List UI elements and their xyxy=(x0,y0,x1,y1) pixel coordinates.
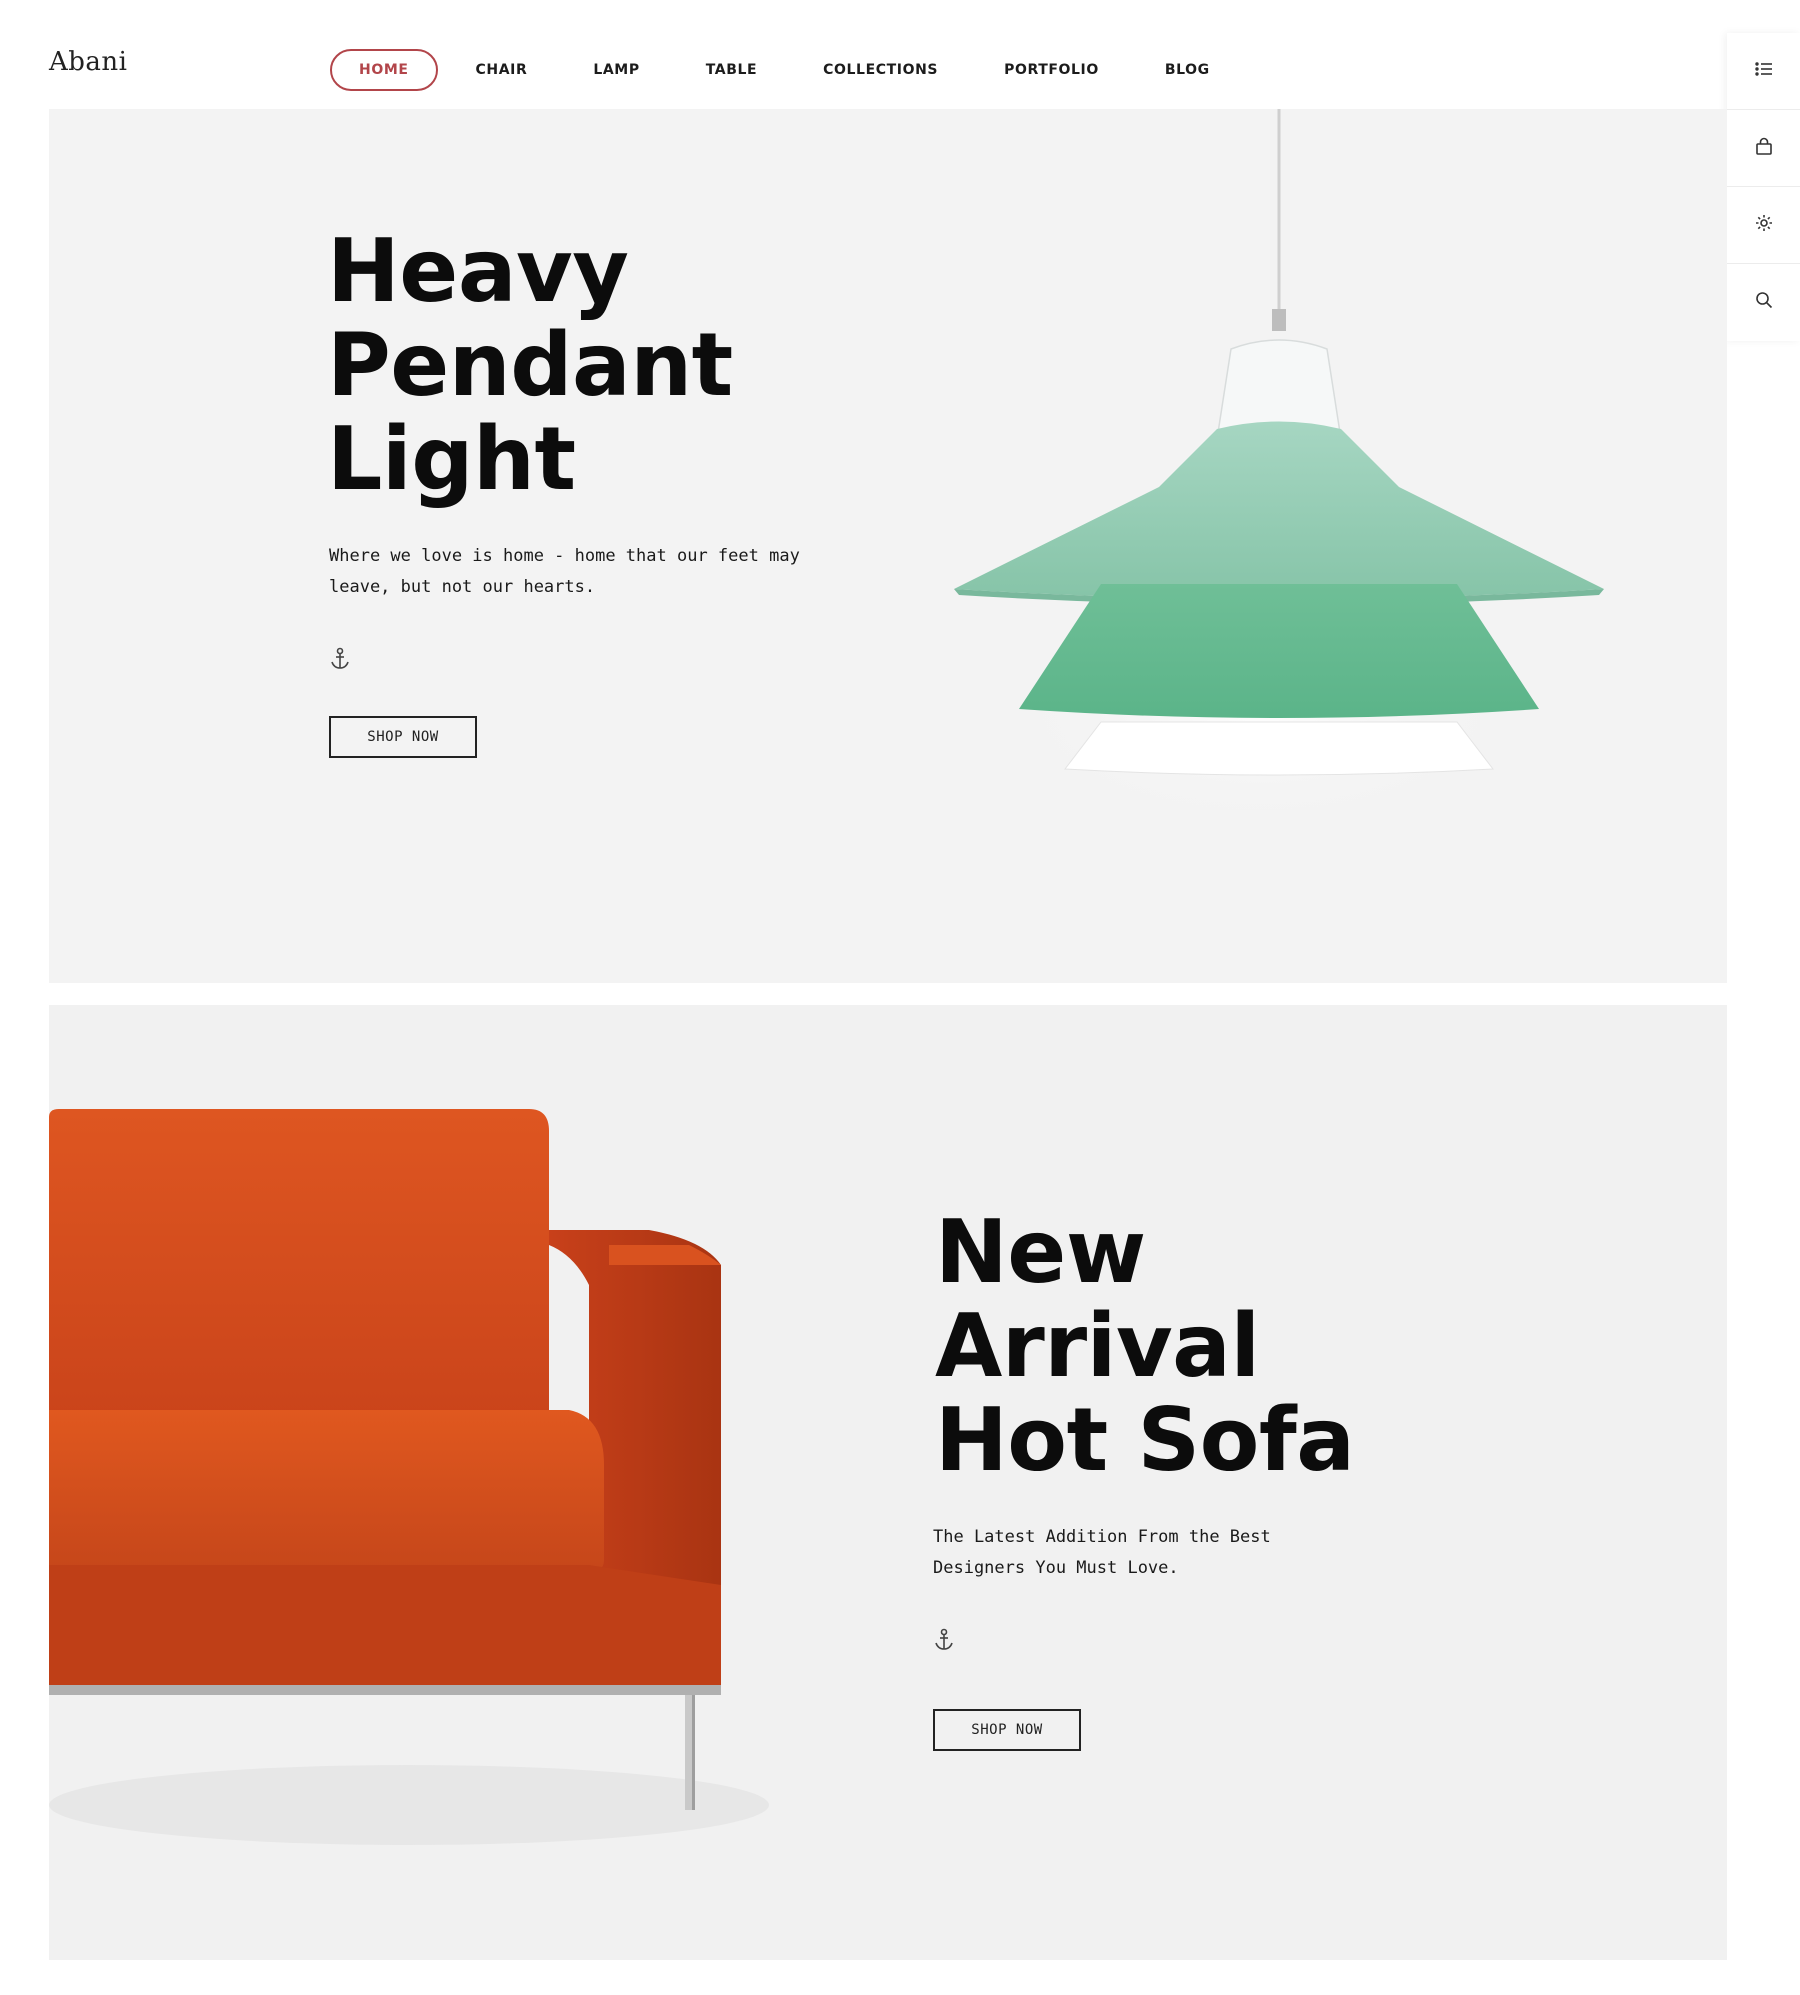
nav-item-home[interactable]: HOME xyxy=(330,49,438,91)
nav-item-chair[interactable]: CHAIR xyxy=(476,62,528,78)
hero-title: New Arrival Hot Sofa xyxy=(935,1201,1355,1491)
hero-title: Heavy Pendant Light xyxy=(327,224,733,506)
hero-new-arrival-sofa: New Arrival Hot Sofa The Latest Addition… xyxy=(49,1005,1727,1960)
gear-icon xyxy=(1754,213,1774,238)
hero-title-line: Hot Sofa xyxy=(935,1389,1355,1491)
cart-button[interactable] xyxy=(1727,110,1800,187)
hero-title-line: Arrival xyxy=(935,1295,1260,1397)
hero-title-line: Light xyxy=(327,408,576,510)
orange-armchair-image xyxy=(49,1109,769,1845)
list-icon xyxy=(1754,59,1774,84)
pendant-lamp-image xyxy=(954,109,1604,829)
hero-title-line: Heavy xyxy=(327,220,629,322)
nav-item-table[interactable]: TABLE xyxy=(706,62,757,78)
anchor-icon xyxy=(933,1628,955,1652)
nav-item-blog[interactable]: BLOG xyxy=(1165,62,1210,78)
nav-item-lamp[interactable]: LAMP xyxy=(593,62,639,78)
search-icon xyxy=(1754,290,1774,315)
search-button[interactable] xyxy=(1727,264,1800,341)
shop-now-button[interactable]: SHOP NOW xyxy=(329,716,477,758)
main-nav: HOME CHAIR LAMP TABLE COLLECTIONS PORTFO… xyxy=(330,48,1276,92)
logo[interactable]: Abani xyxy=(49,47,127,77)
hero-title-line: New xyxy=(935,1201,1146,1303)
nav-item-portfolio[interactable]: PORTFOLIO xyxy=(1004,62,1099,78)
anchor-icon xyxy=(329,647,351,671)
side-toolbar xyxy=(1727,33,1800,341)
hero-pendant-light: Heavy Pendant Light Where we love is hom… xyxy=(49,109,1727,983)
menu-button[interactable] xyxy=(1727,33,1800,110)
hero-description: Where we love is home - home that our fe… xyxy=(329,546,800,597)
bag-icon xyxy=(1754,136,1774,161)
hero-description: The Latest Addition From the Best Design… xyxy=(933,1527,1271,1578)
nav-item-collections[interactable]: COLLECTIONS xyxy=(823,62,938,78)
hero-title-line: Pendant xyxy=(327,314,733,416)
settings-button[interactable] xyxy=(1727,187,1800,264)
shop-now-button[interactable]: SHOP NOW xyxy=(933,1709,1081,1751)
